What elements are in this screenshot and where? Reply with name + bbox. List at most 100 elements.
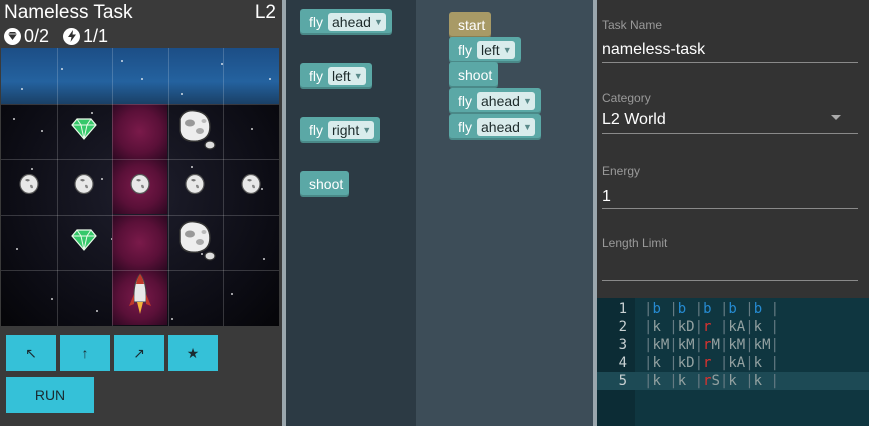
board-cell <box>1 104 56 159</box>
board-cell-meteor <box>168 104 223 159</box>
board-cell <box>1 270 56 325</box>
spaceship-icon <box>127 272 153 323</box>
board-cell <box>1 215 56 270</box>
code-line[interactable]: 2 |k |kD|r |kA|k | <box>597 318 869 336</box>
board-cell-spaceship <box>112 270 168 326</box>
run-button[interactable]: RUN <box>6 377 94 413</box>
code-line[interactable]: 5 |k |k |rS|k |k | <box>597 372 869 390</box>
board-cell <box>1 48 56 103</box>
board-cell-wormhole <box>112 103 168 159</box>
energy-value: 1/1 <box>83 25 109 46</box>
block-label: fly <box>309 68 323 84</box>
diamond-icon <box>69 228 99 257</box>
block-toolbox: fly ahead ▼ fly left ▼ fly right ▼ shoot <box>286 0 416 426</box>
task-name-input[interactable]: nameless-task <box>602 41 705 59</box>
chevron-down-icon[interactable] <box>831 115 841 120</box>
grid-line <box>167 48 169 326</box>
block-label: fly <box>458 93 472 109</box>
diamond-icon <box>4 27 21 45</box>
dropdown-arrow-icon: ▼ <box>353 71 363 81</box>
fly-left-button[interactable]: ↖ <box>6 335 56 371</box>
board-cell <box>168 48 223 103</box>
board-cell <box>223 104 278 159</box>
start-block[interactable]: start <box>449 12 492 38</box>
line-number: 5 <box>618 373 627 389</box>
program-block-fly-ahead[interactable]: fly ahead ▼ <box>449 114 541 140</box>
dropdown-arrow-icon: ▼ <box>362 125 372 135</box>
direction-dropdown[interactable]: ahead ▼ <box>477 118 535 136</box>
fly-right-button[interactable]: ↗ <box>114 335 164 371</box>
shoot-button[interactable]: ★ <box>168 335 218 371</box>
board-cell-meteor <box>168 215 223 270</box>
asteroid-icon <box>73 173 95 200</box>
toolbox-block-shoot[interactable]: shoot <box>300 171 350 197</box>
board-cell <box>223 48 278 103</box>
world-code-editor[interactable]: 1 |b |b |b |b |b | 2 |k |kD|r |kA|k | 3 |kM|k… <box>597 298 869 426</box>
code-text: |k |kD|r |kA|k | <box>644 319 779 335</box>
block-label: shoot <box>309 176 344 192</box>
board-cell <box>57 270 112 325</box>
fly-ahead-button[interactable]: ↑ <box>60 335 110 371</box>
level-label: L2 <box>254 2 276 23</box>
direction-dropdown[interactable]: right ▼ <box>328 121 375 139</box>
board-cell-asteroid <box>1 159 56 214</box>
toolbox-block-fly-right[interactable]: fly right ▼ <box>300 117 381 143</box>
grid-line <box>1 103 279 105</box>
diamond-icon <box>69 117 99 146</box>
game-board <box>1 48 279 326</box>
line-number: 1 <box>618 301 627 317</box>
grid-line <box>1 159 279 161</box>
stats-bar: 0/2 1/1 <box>4 26 122 46</box>
task-name-underline <box>602 62 858 63</box>
direction-dropdown[interactable]: left ▼ <box>328 67 366 85</box>
category-underline <box>602 133 858 134</box>
block-label: fly <box>458 42 472 58</box>
board-cell <box>112 48 167 103</box>
code-line[interactable]: 1 |b |b |b |b |b | <box>597 300 869 318</box>
board-cell-asteroid <box>223 159 278 214</box>
block-label: fly <box>309 122 323 138</box>
program-block-fly-left[interactable]: fly left ▼ <box>449 37 521 63</box>
toolbox-block-fly-ahead[interactable]: fly ahead ▼ <box>300 9 392 35</box>
block-label: fly <box>458 119 472 135</box>
dropdown-arrow-icon: ▼ <box>522 122 532 132</box>
board-cell-asteroid <box>168 159 223 214</box>
board-cell-asteroid <box>57 159 112 214</box>
board-cell-diamond <box>57 104 112 159</box>
category-select[interactable]: L2 World <box>602 111 666 129</box>
game-panel: Nameless Task L2 0/2 1/1 ↖ ↑ ↗ ★ RUN <box>0 0 282 426</box>
board-cell-wormhole <box>112 214 168 270</box>
code-text: |k |k |rS|k |k | <box>644 373 779 389</box>
board-cell <box>168 270 223 325</box>
code-line[interactable]: 3 |kM|kM|rM|kM|kM| <box>597 336 869 354</box>
code-line[interactable]: 4 |k |kD|r |kA|k | <box>597 354 869 372</box>
energy-underline <box>602 208 858 209</box>
energy-input[interactable]: 1 <box>602 188 611 206</box>
direction-dropdown[interactable]: ahead ▼ <box>477 92 535 110</box>
board-cell-diamond <box>57 215 112 270</box>
direction-dropdown[interactable]: ahead ▼ <box>328 13 386 31</box>
lightning-icon <box>63 27 81 45</box>
toolbox-block-fly-left[interactable]: fly left ▼ <box>300 63 372 89</box>
task-name-label: Task Name <box>602 18 663 32</box>
meteor-icon <box>174 107 216 156</box>
line-number: 2 <box>618 319 627 335</box>
line-number: 4 <box>618 355 627 371</box>
program-block-fly-ahead[interactable]: fly ahead ▼ <box>449 88 541 114</box>
block-workspace[interactable]: start fly left ▼ shoot fly ahead ▼ fly ahe… <box>416 0 593 426</box>
category-label: Category <box>602 91 651 105</box>
dropdown-arrow-icon: ▼ <box>373 17 383 27</box>
code-text: |k |kD|r |kA|k | <box>644 355 779 371</box>
board-cell <box>223 270 278 325</box>
grid-line <box>112 48 114 326</box>
task-title: Nameless Task <box>4 2 133 23</box>
asteroid-icon <box>184 173 206 200</box>
length-limit-underline <box>602 280 858 281</box>
code-text: |kM|kM|rM|kM|kM| <box>644 337 779 353</box>
program-block-shoot[interactable]: shoot <box>449 62 499 88</box>
direction-dropdown[interactable]: left ▼ <box>477 41 515 59</box>
board-cell <box>57 48 112 103</box>
task-settings-form: Task Name nameless-task Category L2 Worl… <box>597 0 869 298</box>
dropdown-arrow-icon: ▼ <box>502 45 512 55</box>
asteroid-icon <box>18 173 40 200</box>
